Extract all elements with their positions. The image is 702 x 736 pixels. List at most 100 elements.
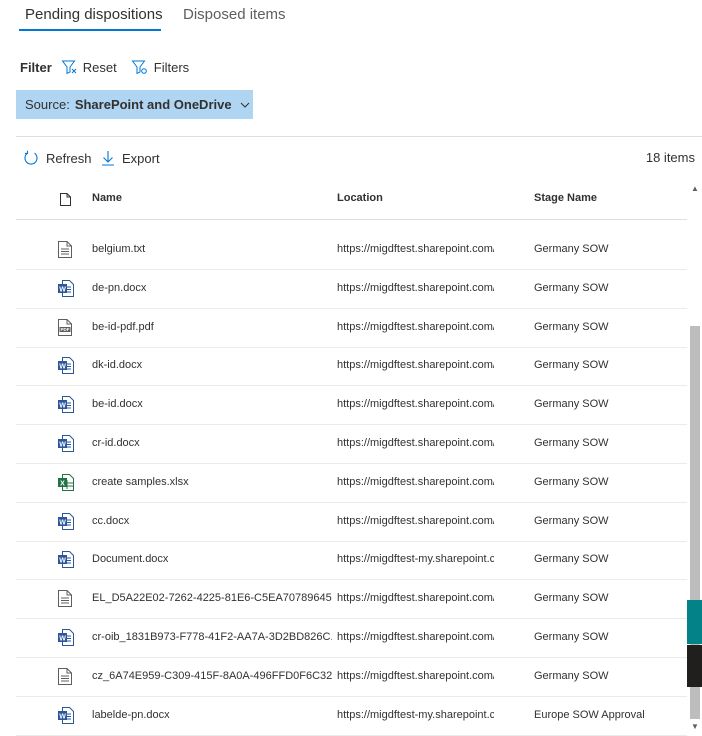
svg-text:PDF: PDF [61,327,70,332]
row-location: https://migdftest.sharepoint.com/ [337,437,494,449]
column-header-name[interactable]: Name [92,192,122,204]
row-name: be-id.docx [92,398,143,411]
tab-pending-dispositions[interactable]: Pending dispositions [25,6,163,23]
row-name: EL_D5A22E02-7262-4225-81E6-C5EA707896452… [92,592,332,605]
table-row[interactable]: cz_6A74E959-C309-415F-8A0A-496FFD0F6C322… [16,658,687,697]
row-name: cc.docx [92,514,130,527]
table-row[interactable]: Wdk-id.docx https://migdftest.sharepoint.… [16,347,687,387]
row-location: https://migdftest.sharepoint.com/ [337,281,494,294]
refresh-icon [24,150,38,165]
text-file-icon [58,590,74,608]
scroll-down-arrow[interactable]: ▼ [690,722,700,731]
divider [16,136,702,137]
table-row[interactable]: belgium.txt https://migdftest.sharepoint.… [16,231,687,270]
word-file-icon: W [58,435,74,453]
svg-text:W: W [59,402,66,409]
row-stage-name: Germany SOW [534,281,609,294]
svg-text:W: W [59,558,66,565]
filters-label: Filters [153,59,190,75]
row-location: https://migdftest.sharepoint.com/ [337,359,494,372]
source-value: SharePoint and OneDrive [74,97,232,112]
export-button[interactable]: Export [101,149,160,167]
column-header-stage-name[interactable]: Stage Name [534,192,597,204]
table-row[interactable]: Wbe-id.docx https://migdftest.sharepoint.… [16,386,687,426]
row-stage-name: Germany SOW [534,398,609,411]
row-stage-name: Germany SOW [534,553,609,566]
scroll-up-arrow[interactable]: ▲ [690,184,700,193]
source-dropdown[interactable]: Source: SharePoint and OneDrive [16,90,253,119]
word-file-icon: W [58,706,74,725]
row-location: https://migdftest-my.sharepoint.c [337,553,494,566]
word-file-icon: W [58,279,74,298]
export-label: Export [122,150,160,166]
row-name: cr-oib_1831B973-F778-41F2-AA7A-3D2BD826C… [92,631,332,643]
row-location: https://migdftest.sharepoint.com/ [337,514,494,527]
word-file-icon: W [58,357,74,375]
source-prefix: Source: [25,97,70,112]
row-stage-name: Germany SOW [534,359,609,372]
row-name: cz_6A74E959-C309-415F-8A0A-496FFD0F6C322… [92,669,332,682]
row-name: labelde-pn.docx [92,708,170,721]
svg-text:W: W [59,635,66,642]
table-row[interactable]: Xcreate samples.xlsx https://migdftest.sh… [16,464,687,503]
side-action-button[interactable] [687,600,702,644]
word-file-icon: W [58,629,74,647]
pdf-file-icon: PDF [58,318,74,337]
table-row[interactable]: PDF be-id-pdf.pdf https://migdftest.sharep… [16,309,687,348]
row-stage-name: Germany SOW [534,514,609,527]
row-name: dk-id.docx [92,359,143,372]
word-file-icon: W [58,551,74,569]
filter-settings-icon [131,60,147,75]
table-row[interactable]: Wlabelde-pn.docx https://migdftest-my.sha… [16,697,687,736]
tab-disposed-items[interactable]: Disposed items [183,6,286,23]
row-name: de-pn.docx [92,281,147,294]
row-location: https://migdftest.sharepoint.com/ [337,243,494,255]
svg-text:W: W [59,441,66,448]
chevron-down-icon [240,102,249,108]
row-name: cr-id.docx [92,437,140,449]
row-stage-name: Germany SOW [534,320,609,333]
text-file-icon [58,667,74,686]
word-file-icon: W [58,396,74,414]
row-location: https://migdftest.sharepoint.com/ [337,592,494,605]
row-location: https://migdftest.sharepoint.com/ [337,475,494,488]
row-stage-name: Germany SOW [534,475,609,488]
download-icon [102,151,114,166]
row-location: https://migdftest.sharepoint.com/ [337,398,494,411]
svg-text:W: W [59,286,66,293]
svg-text:W: W [59,519,66,526]
file-type-header-icon[interactable] [60,193,71,206]
row-stage-name: Germany SOW [534,592,609,605]
svg-text:W: W [59,364,66,371]
refresh-label: Refresh [46,150,92,166]
row-name: be-id-pdf.pdf [92,320,154,333]
filter-label: Filter [20,59,52,75]
row-location: https://migdftest.sharepoint.com/ [337,631,494,643]
row-name: belgium.txt [92,243,146,255]
row-stage-name: Germany SOW [534,631,609,643]
reset-label: Reset [82,59,117,75]
row-stage-name: Germany SOW [534,669,609,682]
reset-button[interactable]: Reset [61,59,117,75]
row-name: Document.docx [92,553,169,566]
row-name: create samples.xlsx [92,475,189,488]
row-location: https://migdftest.sharepoint.com/ [337,320,494,333]
filters-button[interactable]: Filters [131,59,189,75]
table-row[interactable]: EL_D5A22E02-7262-4225-81E6-C5EA707896452… [16,580,687,620]
refresh-button[interactable]: Refresh [23,149,92,167]
column-header-location[interactable]: Location [337,192,383,204]
table-row[interactable]: Wcc.docx https://migdftest.sharepoint.com… [16,503,687,542]
word-file-icon: W [58,512,74,531]
svg-text:W: W [59,713,66,720]
table-row[interactable]: Wcr-oib_1831B973-F778-41F2-AA7A-3D2BD826… [16,619,687,658]
table-row[interactable]: Wcr-id.docx https://migdftest.sharepoint.… [16,425,687,464]
table-row[interactable]: Wde-pn.docx https://migdftest.sharepoint.… [16,270,687,309]
svg-text:X: X [60,480,65,487]
side-panel-button[interactable] [687,645,702,687]
row-stage-name: Germany SOW [534,243,609,255]
table-row[interactable]: W Document.docx https://migdftest-my.share… [16,541,687,581]
filter-clear-icon [61,60,77,75]
row-location: https://migdftest-my.sharepoint.c [337,708,494,721]
row-stage-name: Germany SOW [534,437,609,449]
row-location: https://migdftest.sharepoint.com/ [337,669,494,682]
